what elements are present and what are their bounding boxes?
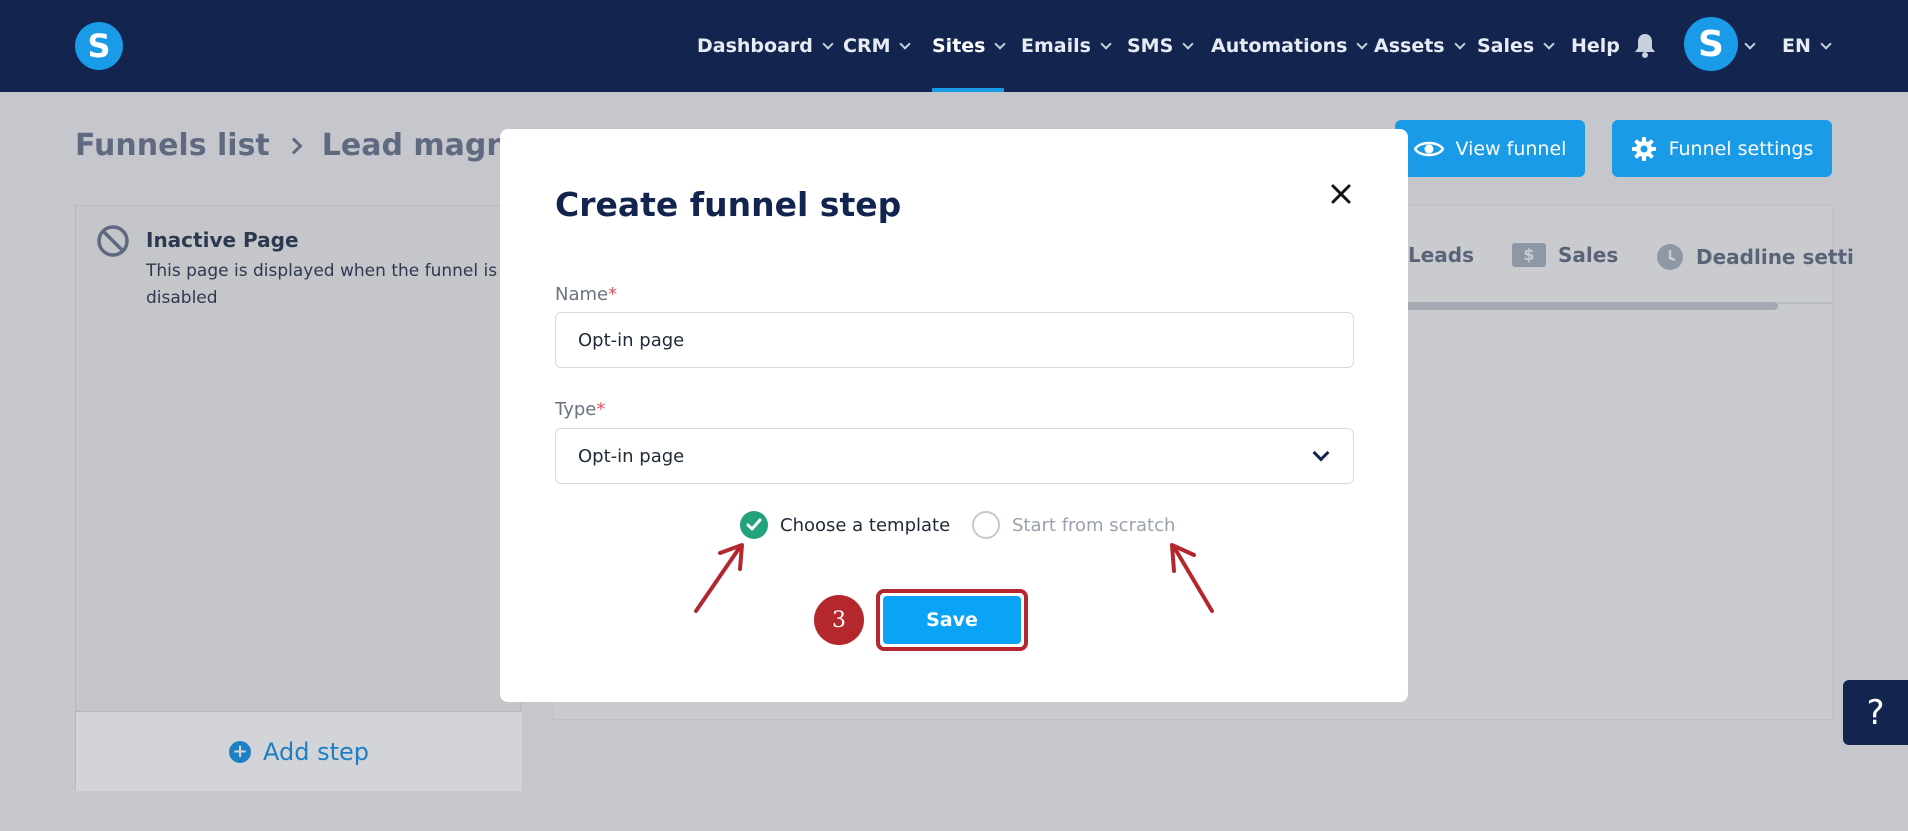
- nav-help[interactable]: Help: [1571, 0, 1620, 92]
- nav-dashboard-label: Dashboard: [697, 35, 813, 57]
- language-selector[interactable]: EN: [1782, 0, 1832, 92]
- nav-sms-label: SMS: [1127, 35, 1174, 57]
- step-description: This page is displayed when the funnel i…: [146, 261, 498, 308]
- chevron-down-icon: [822, 37, 834, 50]
- chevron-right-icon: [285, 137, 303, 154]
- chevron-down-icon: [1820, 37, 1832, 50]
- chevron-down-icon: [1453, 37, 1466, 50]
- chevron-down-icon: [899, 37, 912, 50]
- chevron-down-icon: [1100, 37, 1112, 50]
- nav-emails[interactable]: Emails: [1021, 0, 1112, 92]
- nav-assets[interactable]: Assets: [1374, 0, 1466, 92]
- add-step-button[interactable]: + Add step: [76, 711, 522, 791]
- chevron-down-icon: [994, 37, 1007, 50]
- view-funnel-button[interactable]: View funnel: [1395, 120, 1585, 177]
- option-scratch-label: Start from scratch: [1012, 514, 1176, 536]
- app-logo[interactable]: S: [75, 22, 123, 70]
- annotation-arrow-right: [1170, 543, 1214, 613]
- plus-circle-icon: +: [228, 740, 251, 763]
- inactive-page-step[interactable]: Inactive Page This page is displayed whe…: [76, 206, 522, 711]
- name-field[interactable]: [555, 312, 1354, 368]
- nav-sites-label: Sites: [932, 35, 986, 57]
- save-button[interactable]: Save: [883, 596, 1021, 644]
- annotation-arrow-left: [694, 543, 744, 613]
- nav-crm-label: CRM: [843, 35, 891, 57]
- nav-sales-label: Sales: [1477, 35, 1535, 57]
- option-template-label: Choose a template: [780, 514, 951, 536]
- chevron-down-icon: [1744, 37, 1756, 50]
- tab-sales[interactable]: $ Sales: [1512, 243, 1618, 267]
- chevron-down-icon: [1543, 37, 1555, 50]
- check-circle-icon[interactable]: [740, 511, 768, 539]
- nav-emails-label: Emails: [1021, 35, 1091, 57]
- tab-deadline-settings[interactable]: Deadline setti: [1656, 243, 1854, 271]
- funnel-steps-sidebar: Inactive Page This page is displayed whe…: [75, 205, 522, 791]
- tabs-scrollbar[interactable]: [1405, 302, 1778, 310]
- modal-title: Create funnel step: [555, 185, 902, 224]
- funnel-settings-button[interactable]: Funnel settings: [1612, 120, 1832, 177]
- add-step-label: Add step: [262, 737, 369, 766]
- required-mark: *: [596, 399, 606, 420]
- close-icon[interactable]: [1330, 183, 1352, 205]
- type-select[interactable]: Opt-in page: [555, 428, 1354, 484]
- nav-help-label: Help: [1571, 35, 1620, 57]
- bell-icon[interactable]: [1634, 32, 1656, 58]
- required-mark: *: [608, 284, 618, 305]
- dollar-icon: $: [1512, 243, 1546, 267]
- funnel-settings-label: Funnel settings: [1668, 137, 1814, 160]
- nav-automations[interactable]: Automations: [1211, 0, 1369, 92]
- nav-sms[interactable]: SMS: [1127, 0, 1194, 92]
- nav-automations-label: Automations: [1211, 35, 1348, 57]
- create-funnel-step-modal: Create funnel step Name* Type* Opt-in pa…: [500, 129, 1408, 702]
- tab-deadline-label: Deadline setti: [1696, 245, 1854, 269]
- type-label-text: Type: [555, 399, 597, 420]
- step-title: Inactive Page: [146, 228, 299, 252]
- type-select-value: Opt-in page: [578, 445, 685, 467]
- chevron-down-icon: [1356, 37, 1369, 50]
- type-label: Type*: [555, 399, 605, 420]
- ban-icon: [97, 225, 129, 257]
- option-start-from-scratch[interactable]: Start from scratch: [972, 511, 1175, 539]
- nav-dashboard[interactable]: Dashboard: [697, 0, 834, 92]
- chevron-down-icon: [1312, 444, 1330, 462]
- step-number-badge: 3: [814, 595, 864, 645]
- help-button[interactable]: ?: [1843, 680, 1908, 745]
- name-label: Name*: [555, 284, 617, 305]
- tab-leads[interactable]: Leads: [1408, 243, 1474, 267]
- nav-crm[interactable]: CRM: [843, 0, 912, 92]
- nav-sales[interactable]: Sales: [1477, 0, 1555, 92]
- breadcrumb-funnels-list[interactable]: Funnels list: [75, 128, 270, 163]
- clock-icon: [1657, 244, 1683, 270]
- avatar-menu-toggle[interactable]: [1744, 0, 1756, 92]
- view-funnel-label: View funnel: [1455, 137, 1567, 160]
- top-navbar: S Dashboard CRM Sites Emails SMS Automat…: [0, 0, 1908, 92]
- name-label-text: Name: [555, 284, 609, 305]
- save-highlight: Save: [876, 589, 1028, 651]
- chevron-down-icon: [1182, 37, 1194, 50]
- tab-sales-label: Sales: [1558, 243, 1619, 267]
- name-input[interactable]: [578, 329, 1353, 351]
- nav-assets-label: Assets: [1374, 35, 1445, 57]
- nav-sites[interactable]: Sites: [932, 0, 1007, 92]
- option-choose-template[interactable]: Choose a template: [740, 511, 950, 539]
- language-label: EN: [1782, 35, 1811, 57]
- gear-icon: [1631, 136, 1656, 161]
- radio-empty-icon[interactable]: [972, 511, 1000, 539]
- tab-leads-label: Leads: [1408, 243, 1475, 267]
- user-avatar[interactable]: S: [1684, 17, 1738, 71]
- eye-icon: [1413, 141, 1444, 156]
- help-button-label: ?: [1866, 692, 1885, 733]
